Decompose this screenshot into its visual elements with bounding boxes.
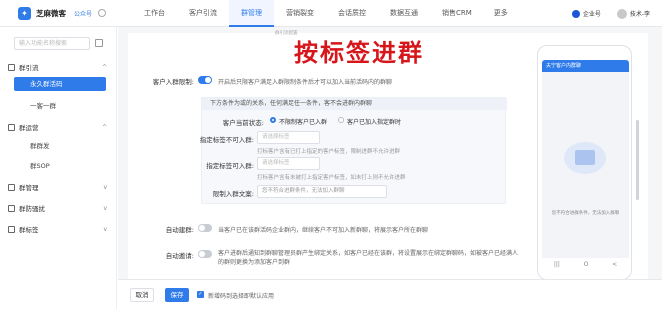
sidebar-group-label: 群运营 [19, 124, 39, 132]
sidebar-group-label: 群防骚扰 [19, 205, 45, 213]
auto-create-desc: 当客户已在该群活码企业群内，继续客户不可加入新群聊，将展示客户所在群聊 [218, 227, 429, 234]
enterprise-icon [571, 9, 580, 18]
auto-invite-toggle[interactable] [198, 250, 212, 258]
auto-invite-desc: 客户进群后通知到群聊管理员群产生绑定关系，如客户已经在该群，将设置展示在绑定群聊… [218, 250, 519, 266]
condition-header: 下方条件为或的关系，任何满足任一条件，客不会进群内群聊 [202, 98, 507, 110]
clock-icon[interactable] [98, 9, 107, 17]
nav-more[interactable]: 更多 [484, 0, 518, 27]
auto-create-toggle[interactable] [198, 224, 212, 232]
status-radio-no-limit[interactable] [270, 117, 276, 123]
sidebar-group-operations[interactable]: 群运营 ^ [0, 120, 117, 134]
user-area: 企业号 技术-李 [571, 0, 650, 27]
sidebar-group-management[interactable]: 群管理 v [0, 180, 117, 194]
enterprise-label: 企业号 [582, 11, 601, 18]
sidebar-group-traffic[interactable]: 群引流 ^ [0, 60, 117, 74]
chevron-down-icon: v [103, 183, 107, 191]
sidebar-search-input[interactable]: 输入功能名称搜索 [14, 37, 90, 50]
phone-title: 夫宁客户内群聊 [542, 60, 629, 72]
chevron-down-icon: v [103, 204, 107, 212]
tag-exclude-help: 打标客户含有未被打上指定客户标签，如未打上则不允许进群 [257, 175, 406, 181]
management-icon [8, 183, 15, 191]
nav-tab[interactable]: 数据互通 [378, 0, 430, 27]
phone-nav-bar: ||| O < [542, 258, 629, 270]
tag-include-help: 打标客户含有已打上指定的客户标签，限制进群不允许进群 [257, 149, 401, 155]
default-apply-checkbox[interactable]: ✓ [197, 291, 204, 298]
sidebar-item-permanent-qrcode[interactable]: 永久群活码 [14, 77, 106, 91]
save-button[interactable]: 保存 [165, 288, 189, 302]
enterprise-badge[interactable]: 企业号 [571, 9, 601, 18]
sidebar-collapse-icon[interactable] [95, 39, 103, 47]
auto-create-label: 自动建群: [165, 226, 194, 234]
status-option-2[interactable]: 客户已加入指定群时 [347, 117, 401, 126]
sidebar-group-label: 群管理 [19, 184, 39, 192]
sidebar-group-tags[interactable]: 群标签 v [0, 222, 117, 236]
chevron-up-icon: ^ [101, 123, 107, 131]
tag-include-select[interactable]: 请选择标签 [257, 131, 320, 144]
user-name[interactable]: 技术-李 [630, 9, 650, 18]
auto-invite-label: 自动邀请: [165, 252, 194, 260]
phone-empty-text: 您不符合进群条件，无法加入群聊 [551, 211, 620, 216]
nav-tab[interactable]: 营销裂变 [274, 0, 326, 27]
status-option-1[interactable]: 不限制客户已入群 [279, 117, 327, 126]
status-label: 客户当前状态: [222, 119, 264, 127]
chevron-up-icon: ^ [101, 63, 107, 71]
sidebar-group-anti-harass[interactable]: 群防骚扰 v [0, 201, 117, 215]
main-nav: 工作台 客户引流 群管理 营销裂变 会话质控 数据互通 销售CRM [132, 0, 484, 27]
sidebar: 输入功能名称搜索 群引流 ^ 永久群活码 一客一群 群运营 ^ 群群发 群SOP… [0, 27, 117, 309]
tag-exclude-select[interactable]: 请选择标签 [257, 157, 320, 170]
tag-include-label: 指定标签不可入群: [199, 136, 254, 144]
chevron-down-icon: v [103, 225, 107, 233]
sidebar-group-label: 群标签 [19, 226, 39, 234]
reject-text-input[interactable]: 您不符合进群条件，无法加入群聊 [257, 185, 387, 198]
home-icon: O [583, 260, 589, 268]
footer-bar: 取消 保存 ✓ 新增码到选择即默认应用 [118, 279, 662, 309]
avatar[interactable] [616, 8, 627, 19]
nav-tab[interactable]: 群管理 [229, 0, 274, 27]
empty-illustration-icon [564, 142, 606, 174]
default-apply-label: 新增码到选择即默认应用 [208, 293, 275, 300]
nav-tab[interactable]: 销售CRM [430, 0, 484, 27]
sidebar-item-one-customer-group[interactable]: 一客一群 [14, 99, 106, 113]
cancel-button[interactable]: 取消 [130, 288, 154, 302]
overlay-title: 按标签进群 [294, 38, 424, 67]
account-switch[interactable]: 公众号 [74, 9, 92, 18]
sidebar-group-label: 群引流 [19, 64, 39, 72]
phone-body [542, 72, 629, 258]
app-name: 芝麻微客 [36, 8, 66, 18]
preview-scrollbar[interactable] [636, 120, 639, 200]
tag-exclude-label: 指定标签可入群: [206, 162, 254, 170]
menu-icon: ||| [553, 260, 560, 268]
operations-icon [8, 123, 15, 131]
group-icon [8, 63, 15, 71]
join-limit-desc: 开启后只限客户满足入群限制条件后才可以加入当前活码内的群聊 [218, 79, 393, 86]
sidebar-item-group-sop[interactable]: 群SOP [14, 159, 106, 173]
reject-text-label: 限制入群文案: [212, 190, 254, 198]
logo-icon: ✦ [18, 6, 31, 20]
top-bar: ✦ 芝麻微客 公众号 工作台 客户引流 群管理 营销裂变 会话质控 数据互通 销售CRM 更… [0, 0, 662, 27]
nav-tab[interactable]: 客户引流 [177, 0, 229, 27]
nav-tab[interactable]: 会话质控 [326, 0, 378, 27]
join-limit-label: 客户入群限制: [152, 78, 194, 86]
back-icon: < [612, 260, 618, 268]
shield-icon [8, 204, 15, 212]
join-limit-toggle[interactable] [198, 76, 212, 84]
app-logo[interactable]: ✦ 芝麻微客 公众号 [18, 6, 118, 20]
status-radio-joined[interactable] [338, 117, 344, 123]
nav-tab[interactable]: 工作台 [132, 0, 177, 27]
tag-icon [8, 225, 15, 233]
sidebar-item-group-broadcast[interactable]: 群群发 [14, 139, 106, 153]
phone-preview: 夫宁客户内群聊 您不符合进群条件，无法加入群聊 ||| O < [537, 45, 632, 280]
